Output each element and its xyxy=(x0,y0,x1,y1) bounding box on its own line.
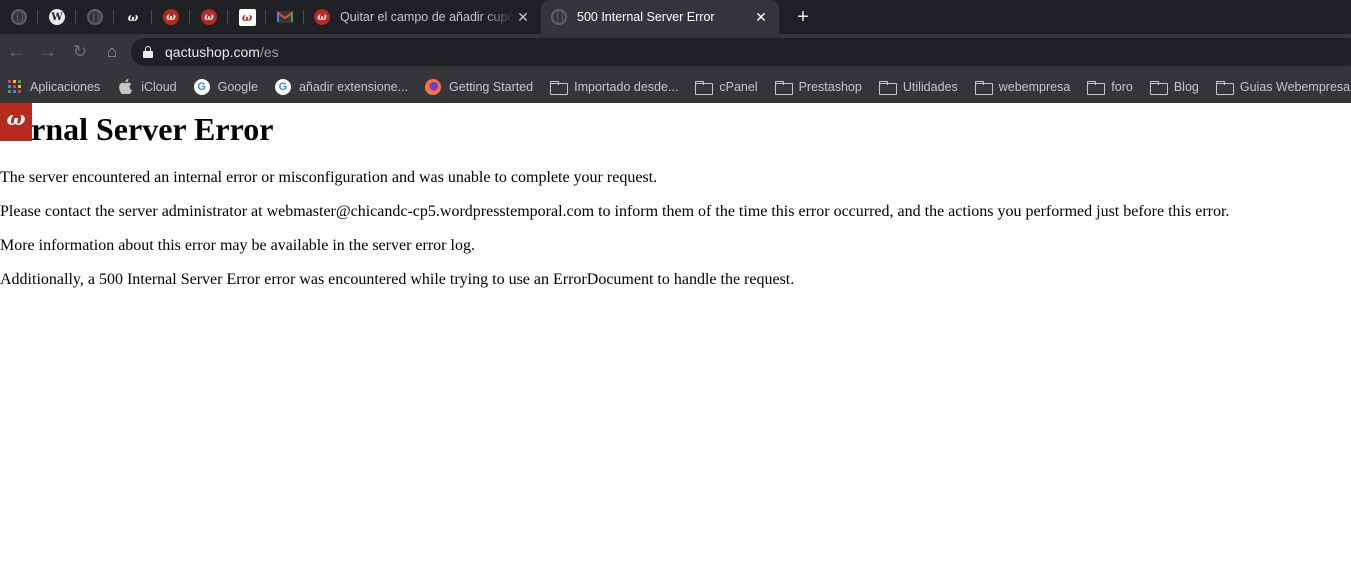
webempresa-icon: ω xyxy=(314,9,330,25)
back-button[interactable]: ← xyxy=(0,34,32,70)
bookmark-aplicaciones[interactable]: Aplicaciones xyxy=(6,79,100,95)
folder-icon xyxy=(974,80,993,95)
tab-500-internal-server-error[interactable]: 500 Internal Server Error ✕ xyxy=(541,0,779,34)
bookmark-folder-guias-webempresa[interactable]: Guias Webempresa xyxy=(1215,80,1350,95)
webempresa-square-icon: ω xyxy=(238,8,256,26)
url-host: qactushop.com xyxy=(165,44,260,60)
forward-button[interactable]: → xyxy=(32,34,64,70)
bookmark-folder-prestashop[interactable]: Prestashop xyxy=(774,80,862,95)
globe-icon xyxy=(11,9,27,25)
apple-icon xyxy=(117,79,133,95)
close-icon[interactable]: ✕ xyxy=(753,9,769,26)
webempresa-icon: ω xyxy=(163,9,179,25)
pinned-tab-1[interactable] xyxy=(0,0,38,34)
folder-icon xyxy=(550,80,569,95)
webempresa-dark-icon: ω xyxy=(127,10,139,24)
webempresa-extension-icon[interactable]: ω xyxy=(0,103,32,141)
folder-icon xyxy=(774,80,793,95)
wordpress-icon: W xyxy=(49,9,65,25)
bookmarks-bar: Aplicaciones iCloud G Google G añadir ex… xyxy=(0,70,1351,103)
globe-icon xyxy=(551,9,567,25)
errordocument-message: Additionally, a 500 Internal Server Erro… xyxy=(0,271,795,288)
browser-toolbar: ← → ↻ ⌂ qactushop.com/es xyxy=(0,34,1351,70)
google-icon: G xyxy=(274,78,291,95)
webempresa-icon: ω xyxy=(201,9,217,25)
pinned-tab-7[interactable]: ω xyxy=(228,0,266,34)
firefox-icon xyxy=(425,78,442,95)
bookmark-icloud[interactable]: iCloud xyxy=(117,79,177,95)
url-path: /es xyxy=(259,44,279,60)
bookmark-google[interactable]: G Google xyxy=(193,78,258,95)
contact-message: Please contact the server administrator … xyxy=(0,203,1230,220)
apps-grid-icon xyxy=(6,79,22,95)
folder-icon xyxy=(1149,80,1168,95)
bookmark-folder-utilidades[interactable]: Utilidades xyxy=(878,80,958,95)
close-icon[interactable]: ✕ xyxy=(515,9,531,26)
tab-title: Quitar el campo de añadir cupón xyxy=(340,10,515,24)
folder-icon xyxy=(878,80,897,95)
google-icon: G xyxy=(193,78,210,95)
log-message: More information about this error may be… xyxy=(0,237,475,254)
pinned-tab-4[interactable]: ω xyxy=(114,0,152,34)
tab-title: 500 Internal Server Error xyxy=(577,10,715,24)
bookmark-anadir-extensiones[interactable]: G añadir extensione... xyxy=(274,78,408,95)
pinned-tab-5[interactable]: ω xyxy=(152,0,190,34)
reload-button[interactable]: ↻ xyxy=(64,34,96,70)
folder-icon xyxy=(1215,80,1234,95)
bookmark-getting-started[interactable]: Getting Started xyxy=(425,78,533,95)
bookmark-folder-importado[interactable]: Importado desde... xyxy=(550,80,678,95)
tab-strip: W ω ω ω ω ω Quitar el campo de añadir cu… xyxy=(0,0,1351,34)
bookmark-folder-blog[interactable]: Blog xyxy=(1149,80,1199,95)
lock-icon[interactable] xyxy=(143,46,153,58)
home-button[interactable]: ⌂ xyxy=(96,34,128,70)
globe-icon xyxy=(87,9,103,25)
page-title: Internal Server Error xyxy=(0,111,274,147)
pinned-tab-2[interactable]: W xyxy=(38,0,76,34)
bookmark-folder-webempresa[interactable]: webempresa xyxy=(974,80,1070,95)
pinned-tab-8[interactable] xyxy=(266,0,304,34)
tab-quitar-campo-cupon[interactable]: ω Quitar el campo de añadir cupón ✕ xyxy=(304,0,541,34)
gmail-icon xyxy=(277,11,293,23)
folder-icon xyxy=(1087,80,1106,95)
error-message: The server encountered an internal error… xyxy=(0,169,658,186)
page-content: Internal Server Error The server encount… xyxy=(0,103,1351,581)
pinned-tab-3[interactable] xyxy=(76,0,114,34)
pinned-tab-6[interactable]: ω xyxy=(190,0,228,34)
folder-icon xyxy=(695,80,714,95)
address-bar[interactable]: qactushop.com/es xyxy=(131,38,1351,66)
new-tab-button[interactable]: + xyxy=(787,0,819,34)
bookmark-folder-foro[interactable]: foro xyxy=(1087,80,1133,95)
bookmark-folder-cpanel[interactable]: cPanel xyxy=(695,80,758,95)
